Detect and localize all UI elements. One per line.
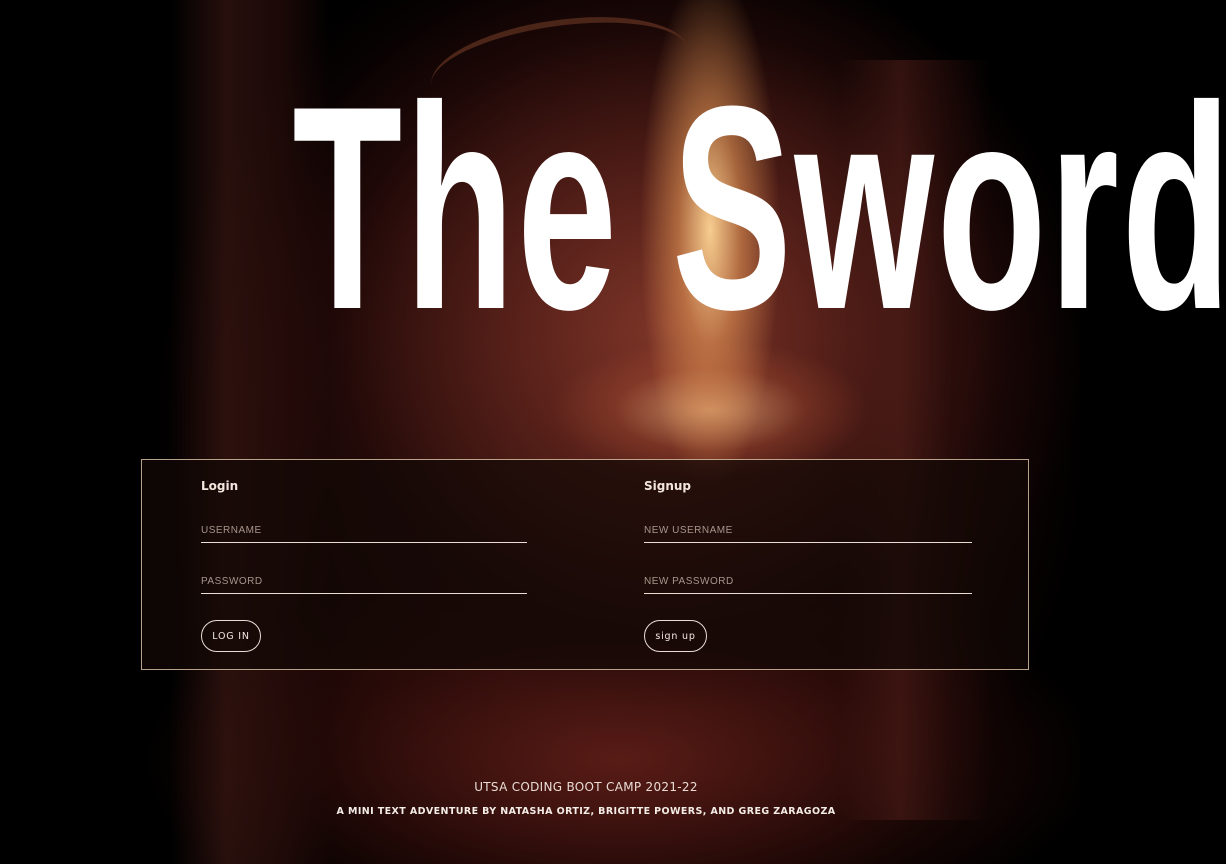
footer-authors-credit: A MINI TEXT ADVENTURE BY NATASHA ORTIZ, … — [336, 806, 836, 817]
page-title: The Sword — [292, 46, 1226, 370]
signup-button[interactable]: sign up — [644, 620, 707, 652]
login-button[interactable]: LOG IN — [201, 620, 261, 652]
new-username-input[interactable] — [644, 519, 972, 543]
auth-panel: Login LOG IN Signup sign up — [141, 459, 1029, 670]
new-password-input[interactable] — [644, 570, 972, 594]
password-input[interactable] — [201, 570, 527, 594]
page: The Sword Login LOG IN Signup sign up UT… — [0, 0, 1226, 864]
signup-heading: Signup — [644, 479, 692, 493]
username-input[interactable] — [201, 519, 527, 543]
login-heading: Login — [201, 479, 239, 493]
footer-course-credit: UTSA CODING BOOT CAMP 2021-22 — [474, 780, 698, 794]
